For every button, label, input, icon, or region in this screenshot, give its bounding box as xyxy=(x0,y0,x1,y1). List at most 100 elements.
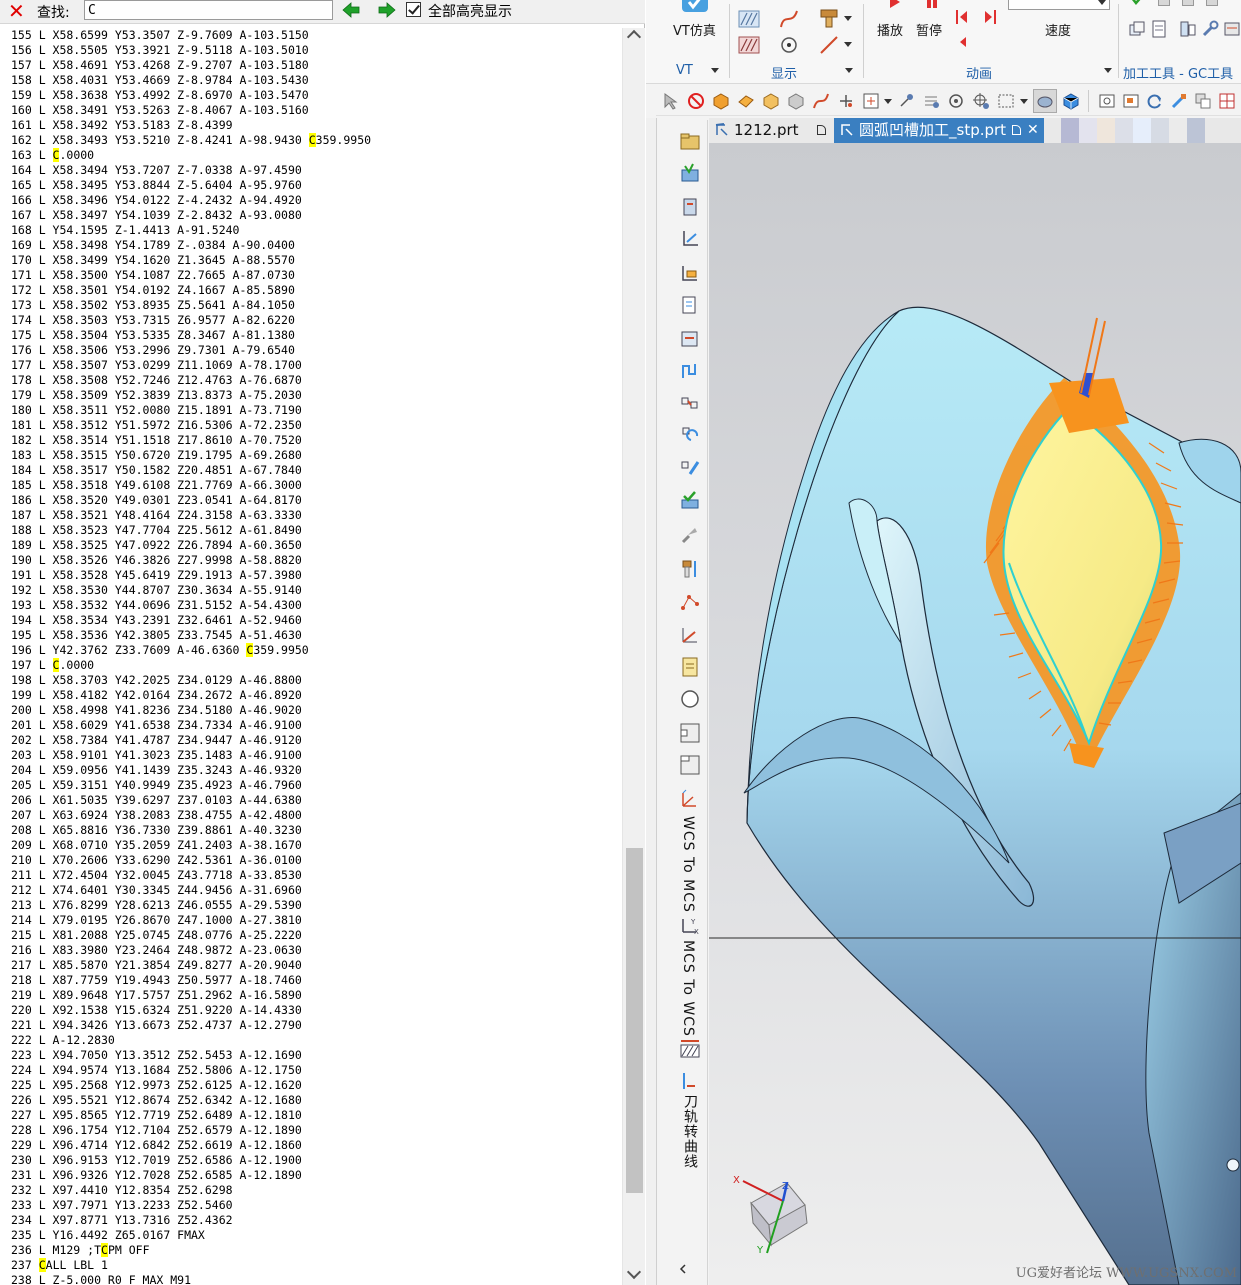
link-tool-icon[interactable] xyxy=(679,392,701,414)
code-line[interactable]: 204 L X59.0956 Y41.1439 Z35.3243 A-46.93… xyxy=(0,763,622,778)
code-line[interactable]: 200 L X58.4998 Y41.8236 Z34.5180 A-46.90… xyxy=(0,703,622,718)
code-line[interactable]: 234 L X97.8771 Y13.7316 Z52.4362 xyxy=(0,1213,622,1228)
sheet-body-icon[interactable] xyxy=(787,92,805,110)
tool-length-icon[interactable] xyxy=(679,558,701,580)
snap-icon[interactable] xyxy=(862,92,880,110)
chevron-down-icon[interactable] xyxy=(1098,0,1106,5)
scroll-up-icon[interactable] xyxy=(626,29,642,45)
settings-icon[interactable] xyxy=(1223,20,1241,38)
code-line[interactable]: 193 L X58.3532 Y44.0696 Z31.5152 A-54.43… xyxy=(0,598,622,613)
code-line[interactable]: 195 L X58.3536 Y42.3805 Z33.7545 A-51.46… xyxy=(0,628,622,643)
wcs-to-mcs-icon[interactable] xyxy=(679,788,701,810)
code-line[interactable]: 209 L X68.0710 Y35.2059 Z41.2403 A-38.16… xyxy=(0,838,622,853)
code-line[interactable]: 238 L Z-5.000 R0 F MAX M91 xyxy=(0,1273,622,1285)
code-line[interactable]: 231 L X96.9326 Y12.7028 Z52.6585 A-12.18… xyxy=(0,1168,622,1183)
check-icon[interactable] xyxy=(1130,0,1146,6)
code-line[interactable]: 214 L X79.0195 Y26.8670 Z47.1000 A-27.38… xyxy=(0,913,622,928)
chevron-left-icon[interactable] xyxy=(676,1262,690,1276)
program-icon[interactable] xyxy=(679,328,701,350)
pause-icon[interactable] xyxy=(924,0,940,8)
code-line[interactable]: 202 L X58.7384 Y41.4787 Z34.9447 A-46.91… xyxy=(0,733,622,748)
code-line[interactable]: 198 L X58.3703 Y42.2025 Z34.0129 A-46.88… xyxy=(0,673,622,688)
code-line[interactable]: 237 CALL LBL 1 xyxy=(0,1258,622,1273)
rotate-icon[interactable] xyxy=(897,92,915,110)
close-tab-icon[interactable]: ✕ xyxy=(1027,118,1039,143)
code-line[interactable]: 217 L X85.5870 Y21.3854 Z49.8277 A-20.90… xyxy=(0,958,622,973)
chevron-down-icon[interactable] xyxy=(884,99,892,104)
point-cloud-icon[interactable] xyxy=(679,592,701,614)
code-line[interactable]: 162 L X58.3493 Y53.5210 Z-8.4241 A-98.94… xyxy=(0,133,622,148)
chevron-down-icon[interactable] xyxy=(1104,68,1112,73)
vt-sim-icon[interactable] xyxy=(680,0,710,14)
part-model-view[interactable]: X Z Y xyxy=(709,143,1241,1285)
code-line[interactable]: 218 L X87.7759 Y19.4943 Z50.5977 A-18.74… xyxy=(0,973,622,988)
code-line[interactable]: 191 L X58.3528 Y45.6419 Z29.1913 A-57.39… xyxy=(0,568,622,583)
target-icon[interactable] xyxy=(972,92,990,110)
step-back-icon[interactable] xyxy=(954,8,970,26)
cut-path-icon[interactable] xyxy=(679,456,701,478)
method-icon[interactable] xyxy=(679,294,701,316)
chevron-down-icon[interactable] xyxy=(1020,99,1028,104)
body-icon[interactable] xyxy=(762,92,780,110)
code-line[interactable]: 223 L X94.7050 Y13.3512 Z52.5453 A-12.16… xyxy=(0,1048,622,1063)
code-line[interactable]: 220 L X92.1538 Y15.6324 Z51.9220 A-14.43… xyxy=(0,1003,622,1018)
code-line[interactable]: 216 L X83.3980 Y23.2464 Z48.9872 A-23.06… xyxy=(0,943,622,958)
code-line[interactable]: 159 L X58.3638 Y53.4992 Z-8.6970 A-103.5… xyxy=(0,88,622,103)
close-find-icon[interactable]: ✕ xyxy=(8,1,28,21)
code-line[interactable]: 180 L X58.3511 Y52.0080 Z15.1891 A-73.71… xyxy=(0,403,622,418)
wcs-to-mcs-button[interactable]: WCS To MCS xyxy=(680,816,696,913)
zoom-window-icon[interactable] xyxy=(1122,92,1140,110)
code-line[interactable]: 224 L X94.9574 Y13.1684 Z52.5806 A-12.17… xyxy=(0,1063,622,1078)
code-line[interactable]: 205 L X59.3151 Y40.9949 Z35.4923 A-46.79… xyxy=(0,778,622,793)
code-line[interactable]: 155 L X58.6599 Y53.3507 Z-9.7609 A-103.5… xyxy=(0,28,622,43)
code-line[interactable]: 167 L X58.3497 Y54.1039 Z-2.8432 A-93.00… xyxy=(0,208,622,223)
select-arrow-icon[interactable] xyxy=(662,92,680,110)
code-line[interactable]: 206 L X61.5035 Y39.6297 Z37.0103 A-44.63… xyxy=(0,793,622,808)
tool-small-icon[interactable] xyxy=(1182,0,1194,6)
play-icon[interactable] xyxy=(886,0,902,8)
find-previous-button[interactable] xyxy=(341,1,361,19)
layer-settings-icon[interactable] xyxy=(1194,92,1212,110)
mcs-to-wcs-icon[interactable]: YX xyxy=(679,914,701,936)
code-line[interactable]: 186 L X58.3520 Y49.0301 Z23.0541 A-64.81… xyxy=(0,493,622,508)
frame-icon[interactable] xyxy=(679,722,701,744)
code-line[interactable]: 197 L C.0000 xyxy=(0,658,622,673)
tool-small-icon[interactable] xyxy=(1206,0,1218,6)
code-line[interactable]: 210 L X70.2606 Y33.6290 Z42.5361 A-36.01… xyxy=(0,853,622,868)
document-icon[interactable] xyxy=(1151,20,1167,38)
find-next-button[interactable] xyxy=(377,1,397,19)
code-line[interactable]: 208 L X65.8816 Y36.7330 Z39.8861 A-40.32… xyxy=(0,823,622,838)
code-line[interactable]: 156 L X58.5505 Y53.3921 Z-9.5118 A-103.5… xyxy=(0,43,622,58)
code-line[interactable]: 199 L X58.4182 Y42.0164 Z34.2672 A-46.89… xyxy=(0,688,622,703)
code-line[interactable]: 225 L X95.2568 Y12.9973 Z52.6125 A-12.16… xyxy=(0,1078,622,1093)
play-button[interactable]: 播放 xyxy=(877,20,903,39)
code-line[interactable]: 185 L X58.3518 Y49.6108 Z21.7769 A-66.30… xyxy=(0,478,622,493)
code-line[interactable]: 188 L X58.3523 Y47.7704 Z25.5612 A-61.84… xyxy=(0,523,622,538)
solid-body-icon[interactable] xyxy=(712,92,730,110)
code-line[interactable]: 227 L X95.8565 Y12.7719 Z52.6489 A-12.18… xyxy=(0,1108,622,1123)
display-section-icon[interactable] xyxy=(738,34,760,56)
tool-axis-icon[interactable] xyxy=(679,228,701,250)
tab-1212[interactable]: 1212.prt xyxy=(709,118,834,143)
code-line[interactable]: 230 L X96.9153 Y12.7019 Z52.6586 A-12.19… xyxy=(0,1153,622,1168)
origin-csys-icon[interactable] xyxy=(679,624,701,646)
code-line[interactable]: 158 L X58.4031 Y53.4669 Z-8.9784 A-103.5… xyxy=(0,73,622,88)
code-line[interactable]: 229 L X96.4714 Y12.6842 Z52.6619 A-12.18… xyxy=(0,1138,622,1153)
point-select-icon[interactable] xyxy=(837,92,855,110)
shovel-icon[interactable] xyxy=(679,524,701,546)
verify-icon[interactable] xyxy=(679,490,701,512)
code-line[interactable]: 203 L X58.9101 Y41.3023 Z35.1483 A-46.91… xyxy=(0,748,622,763)
code-line[interactable]: 222 L A-12.2830 xyxy=(0,1033,622,1048)
code-line[interactable]: 187 L X58.3521 Y48.4164 Z24.3158 A-63.33… xyxy=(0,508,622,523)
machine-tool-icon[interactable] xyxy=(679,196,701,218)
code-line[interactable]: 171 L X58.3500 Y54.1087 Z2.7665 A-87.073… xyxy=(0,268,622,283)
pause-button[interactable]: 暂停 xyxy=(916,20,942,39)
code-line[interactable]: 165 L X58.3495 Y53.8844 Z-5.6404 A-95.97… xyxy=(0,178,622,193)
pan-icon[interactable] xyxy=(922,92,940,110)
code-line[interactable]: 189 L X58.3525 Y47.0922 Z26.7894 A-60.36… xyxy=(0,538,622,553)
code-line[interactable]: 164 L X58.3494 Y53.7207 Z-7.0338 A-97.45… xyxy=(0,163,622,178)
code-line[interactable]: 161 L X58.3492 Y53.5183 Z-8.4399 xyxy=(0,118,622,133)
rewind-icon[interactable] xyxy=(958,36,968,48)
refresh-icon[interactable] xyxy=(1146,92,1164,110)
scroll-thumb[interactable] xyxy=(626,848,643,1193)
